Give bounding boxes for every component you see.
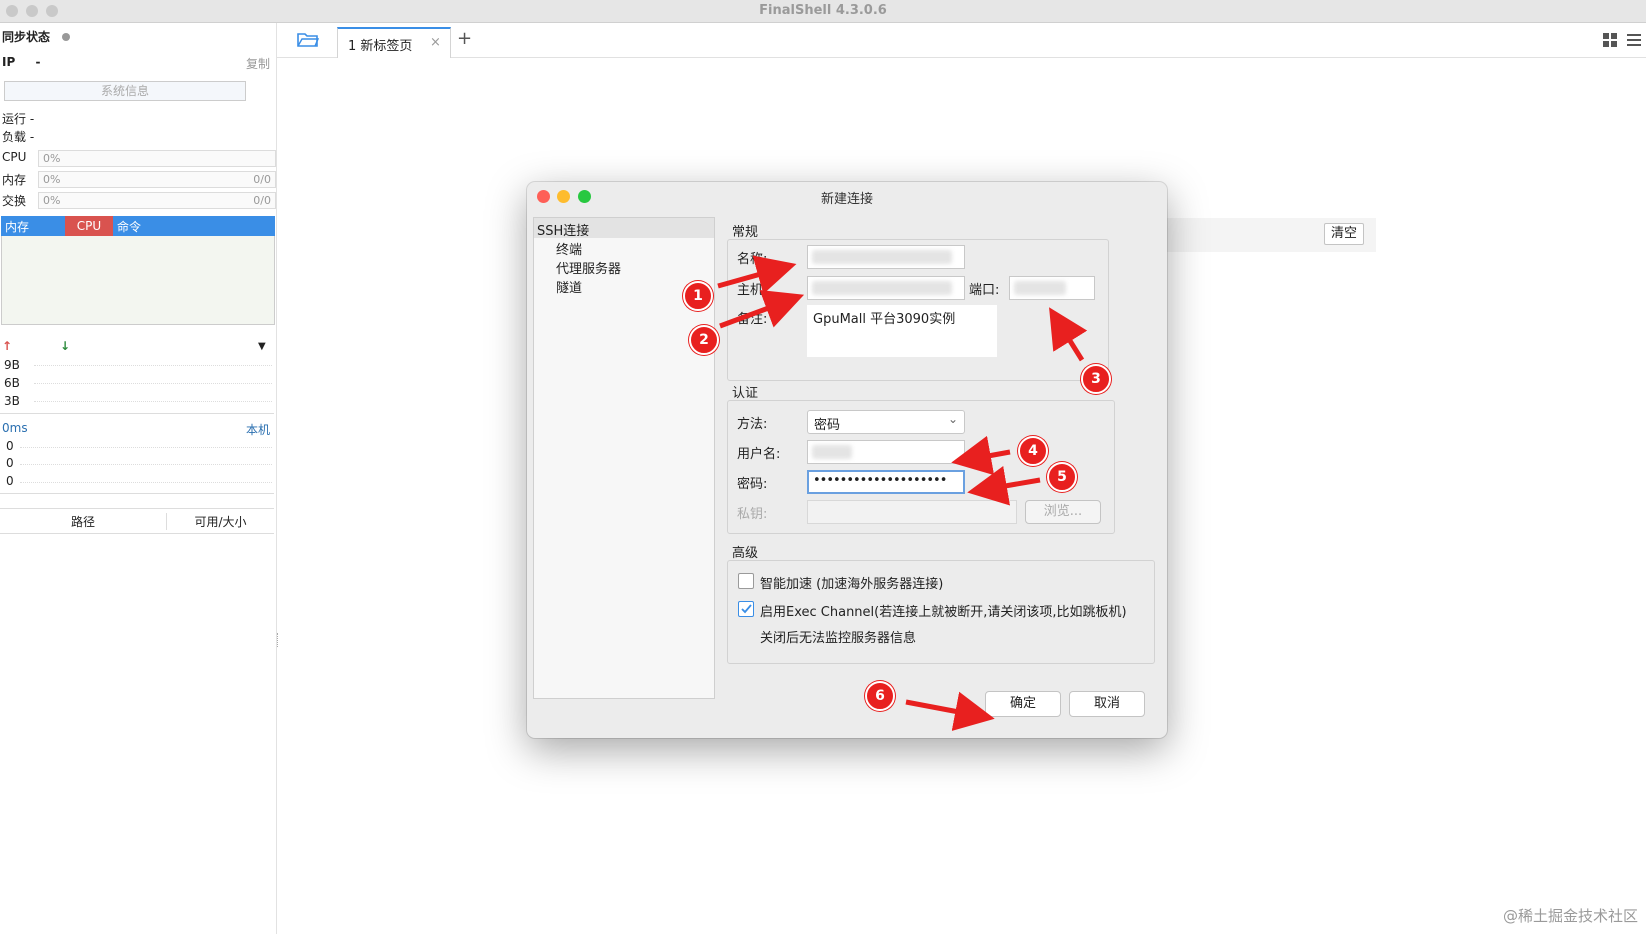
- marker-5: 5: [1047, 462, 1077, 492]
- watermark: @稀土掘金技术社区: [1502, 907, 1638, 925]
- arrow-6: [905, 691, 995, 732]
- marker-2: 2: [689, 325, 719, 355]
- arrow-1: [717, 255, 797, 295]
- arrow-2: [719, 289, 805, 329]
- arrow-3: [1049, 307, 1088, 362]
- annotation-arrows: [717, 255, 1088, 732]
- marker-3: 3: [1081, 364, 1111, 394]
- marker-4: 4: [1018, 436, 1048, 466]
- arrow-4: [951, 435, 1011, 476]
- arrow-5: [967, 466, 1041, 506]
- marker-1: 1: [683, 281, 713, 311]
- marker-6: 6: [865, 681, 895, 711]
